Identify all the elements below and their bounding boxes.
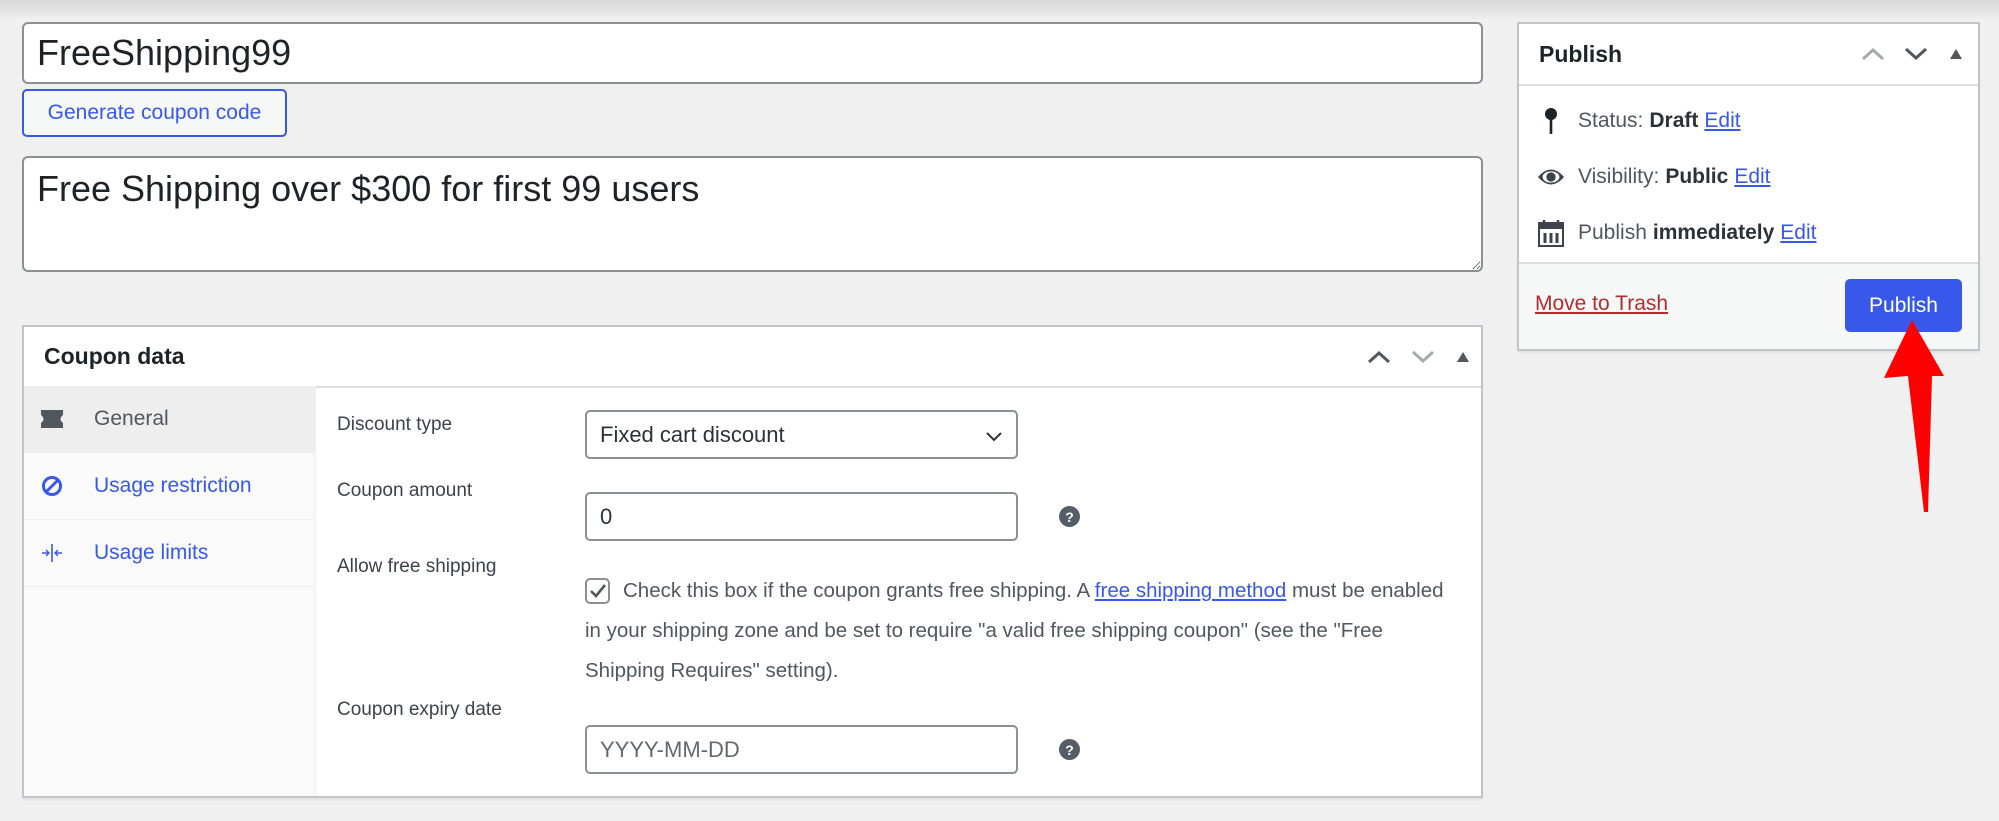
eye-icon [1537,163,1565,191]
publish-header: Publish [1519,24,1978,86]
generate-coupon-code-button[interactable]: Generate coupon code [22,89,287,137]
help-icon[interactable]: ? [1059,739,1080,760]
publish-title: Publish [1539,41,1623,67]
status-value: Draft [1649,109,1699,132]
visibility-label: Visibility: [1578,165,1660,188]
expiry-date-input[interactable] [600,736,1003,763]
coupon-amount-input[interactable] [600,503,1003,530]
tab-label: Usage restriction [94,474,252,497]
move-up-icon[interactable] [1859,40,1887,68]
collapse-toggle-icon[interactable] [1942,40,1970,68]
limits-icon [40,541,64,565]
annotation-arrow-icon [1884,320,1944,512]
collapse-toggle-icon[interactable] [1449,343,1477,371]
coupon-expiry-date-label: Coupon expiry date [337,699,502,720]
coupon-description-textarea[interactable]: Free Shipping over $300 for first 99 use… [22,156,1483,272]
help-icon[interactable]: ? [1059,506,1080,527]
free-shipping-description: Check this box if the coupon grants free… [585,571,1465,691]
chevron-down-icon [986,422,1002,448]
edit-schedule-link[interactable]: Edit [1780,221,1816,245]
schedule-label: Publish [1578,221,1647,244]
tab-label: Usage limits [94,541,209,564]
allow-free-shipping-label: Allow free shipping [337,556,497,577]
visibility-row: Visibility: Public Edit [1537,163,1771,191]
coupon-amount-field[interactable] [585,492,1018,541]
schedule-row: Publish immediately Edit [1537,219,1816,247]
expiry-date-field[interactable] [585,725,1018,774]
coupon-data-title: Coupon data [44,343,185,369]
publish-panel: Publish Status: Draft Edit Visibility: P… [1517,22,1980,351]
discount-type-value: Fixed cart discount [600,421,785,447]
edit-status-link[interactable]: Edit [1704,109,1740,133]
status-label: Status: [1578,109,1644,132]
calendar-icon [1537,219,1565,247]
coupon-data-panel: Coupon data General Usage restriction Us… [22,325,1483,798]
move-down-icon[interactable] [1902,40,1930,68]
coupon-data-header: Coupon data [24,327,1481,388]
discount-type-label: Discount type [337,414,453,435]
coupon-amount-label: Coupon amount [337,480,473,501]
pin-icon [1537,107,1565,135]
visibility-value: Public [1665,165,1729,188]
arrow-shape [1884,320,1944,512]
coupon-tabs: General Usage restriction Usage limits [24,386,316,796]
general-options: Discount type Fixed cart discount Coupon… [316,386,1481,796]
top-shadow [0,0,1999,20]
tab-usage-limits[interactable]: Usage limits [24,520,315,587]
tab-usage-restriction[interactable]: Usage restriction [24,453,315,520]
status-row: Status: Draft Edit [1537,107,1741,135]
tab-general[interactable]: General [24,386,315,453]
discount-type-select[interactable]: Fixed cart discount [585,410,1018,459]
description-text: Check this box if the coupon grants free… [623,579,1095,602]
coupon-code-input[interactable] [22,22,1483,84]
free-shipping-method-link[interactable]: free shipping method [1095,579,1286,602]
edit-visibility-link[interactable]: Edit [1734,165,1770,189]
move-down-icon[interactable] [1409,343,1437,371]
ticket-icon [40,407,64,431]
restriction-icon [40,474,64,498]
tab-label: General [94,407,169,430]
schedule-value: immediately [1652,221,1775,244]
move-to-trash-link[interactable]: Move to Trash [1535,292,1668,316]
move-up-icon[interactable] [1365,343,1393,371]
